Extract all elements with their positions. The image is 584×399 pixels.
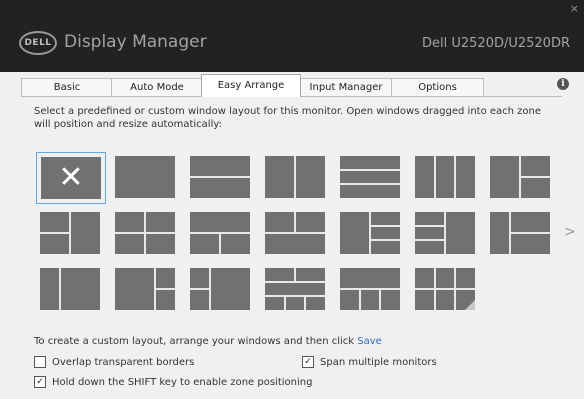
save-link[interactable]: Save: [357, 336, 382, 347]
layout-tile-top-plus-bottom-split[interactable]: [190, 212, 250, 254]
zone-divider: [434, 156, 436, 198]
zone-divider: [415, 288, 475, 290]
zone-divider: [371, 225, 400, 227]
shift-key-label: Hold down the SHIFT key to enable zone p…: [52, 376, 313, 388]
zone-divider: [294, 268, 296, 281]
layout-tile-one-plus-two-columns[interactable]: [40, 268, 100, 310]
layout-tile-six-zones[interactable]: [265, 268, 325, 310]
zone-divider: [156, 288, 175, 290]
zone-divider: [521, 176, 550, 178]
zone-divider: [209, 268, 211, 310]
zone-divider: [415, 239, 444, 241]
tab-basic[interactable]: Basic: [21, 78, 113, 96]
zone-divider: [69, 212, 71, 254]
zone-divider: [304, 297, 306, 310]
zone-divider: [190, 176, 250, 178]
layout-tile-custom[interactable]: [415, 268, 475, 310]
dell-logo: DELL: [19, 31, 57, 55]
zone-divider: [190, 288, 209, 290]
zone-divider: [340, 169, 400, 171]
zone-divider: [369, 212, 371, 254]
layout-tile-three-columns[interactable]: [415, 156, 475, 198]
zone-divider: [371, 239, 400, 241]
layout-tile-none[interactable]: ✕: [36, 152, 106, 204]
zone-divider: [359, 290, 361, 310]
zone-divider: [40, 232, 69, 234]
checkbox-box: [34, 356, 46, 368]
layout-tile-left-plus-right-split[interactable]: [490, 156, 550, 198]
zone-divider: [294, 156, 296, 198]
checkmark-icon: ✓: [34, 376, 46, 388]
zone-divider: [284, 297, 286, 310]
span-monitors-checkbox[interactable]: ✓ Span multiple monitors: [302, 356, 437, 368]
zone-divider: [340, 183, 400, 185]
layout-tile-left-plus-right-three[interactable]: [340, 212, 400, 254]
next-page-arrow[interactable]: >: [564, 224, 576, 240]
zone-divider: [265, 232, 325, 234]
layout-tile-two-rows[interactable]: [190, 156, 250, 198]
info-icon[interactable]: i: [557, 78, 569, 90]
zone-divider: [379, 290, 381, 310]
layout-tile-wide-left-split-right[interactable]: [115, 268, 175, 310]
layout-tile-top-split-plus-bottom[interactable]: [265, 212, 325, 254]
layout-tile-top-plus-three[interactable]: [340, 268, 400, 310]
zone-divider: [265, 281, 325, 283]
tab-auto-mode[interactable]: Auto Mode: [111, 78, 203, 96]
description-text: Select a predefined or custom window lay…: [34, 106, 542, 130]
zone-divider: [59, 268, 61, 310]
custom-layout-instructions: To create a custom layout, arrange your …: [34, 336, 358, 347]
overlap-borders-checkbox[interactable]: Overlap transparent borders: [34, 356, 194, 368]
tab-options[interactable]: Options: [391, 78, 484, 96]
zone-divider: [219, 234, 221, 254]
layout-tile-two-plus-one[interactable]: [490, 212, 550, 254]
zone-divider: [511, 232, 550, 234]
shift-key-checkbox[interactable]: ✓ Hold down the SHIFT key to enable zone…: [34, 376, 312, 388]
custom-layout-text: To create a custom layout, arrange your …: [34, 336, 382, 347]
zone-divider: [340, 288, 400, 290]
monitor-name: Dell U2520D/U2520DR: [422, 36, 570, 51]
zone-divider: [265, 295, 325, 297]
layout-tile-two-columns[interactable]: [265, 156, 325, 198]
zone-divider: [454, 156, 456, 198]
layout-tile-full[interactable]: [115, 156, 175, 198]
layout-tile-left-split-plus-right[interactable]: [40, 212, 100, 254]
layout-tile-four-quadrants[interactable]: [115, 212, 175, 254]
span-monitors-label: Span multiple monitors: [320, 356, 437, 368]
layout-tile-three-rows[interactable]: [340, 156, 400, 198]
tab-input-manager[interactable]: Input Manager: [299, 78, 393, 96]
zone-divider: [415, 225, 444, 227]
zone-divider: [115, 232, 175, 234]
close-icon[interactable]: ×: [570, 2, 579, 15]
resize-corner-icon: [465, 300, 475, 310]
zone-divider: [294, 212, 296, 232]
overlap-borders-label: Overlap transparent borders: [52, 356, 195, 368]
title-bar: DELL Display Manager Dell U2520D/U2520DR…: [0, 0, 584, 72]
layout-tile-split-left-wide-right[interactable]: [190, 268, 250, 310]
tab-easy-arrange[interactable]: Easy Arrange: [201, 74, 301, 97]
checkmark-icon: ✓: [302, 356, 314, 368]
zone-divider: [444, 212, 446, 254]
close-icon: ✕: [58, 160, 84, 195]
app-title: Display Manager: [64, 32, 207, 52]
layout-tile-left-three-plus-right[interactable]: [415, 212, 475, 254]
